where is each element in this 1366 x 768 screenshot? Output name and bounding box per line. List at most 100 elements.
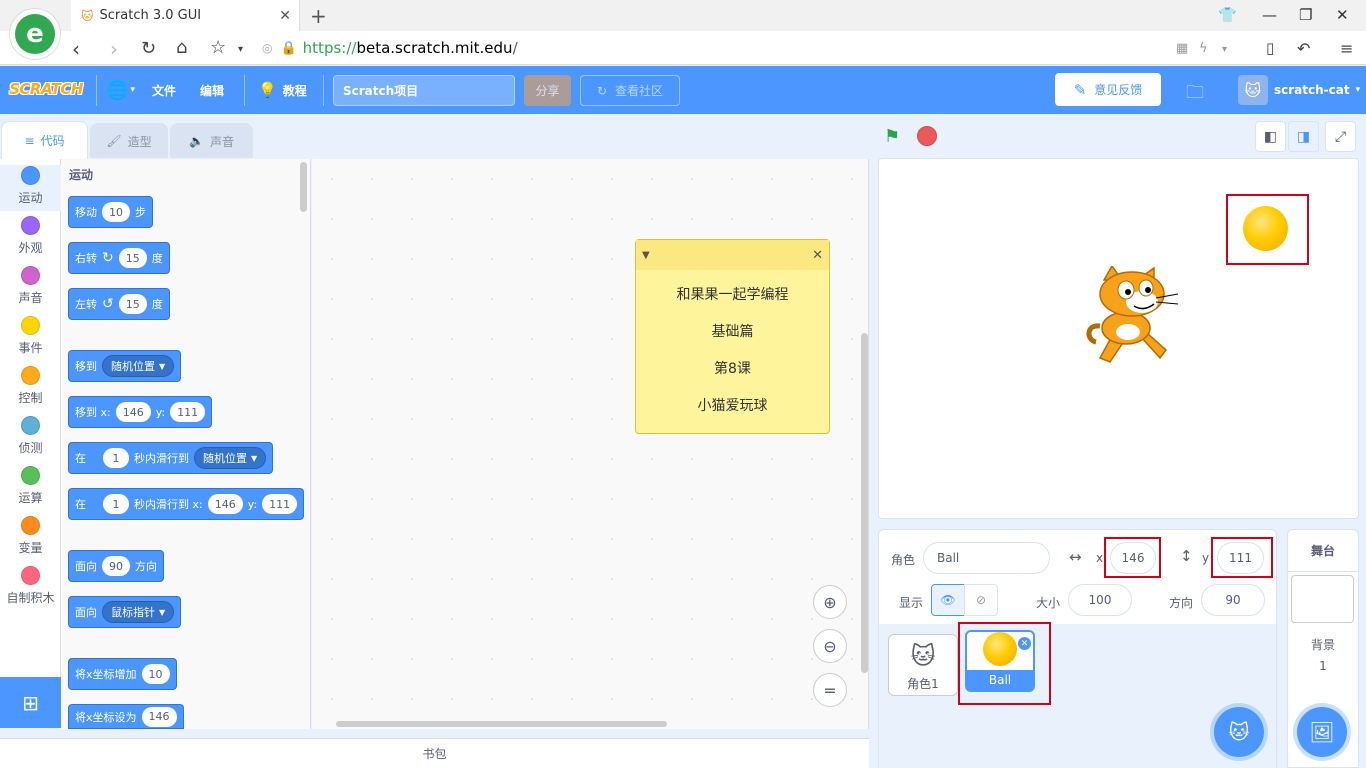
block-turn-right[interactable]: 右转 ↻ 15 度: [68, 242, 170, 274]
category-operators[interactable]: 运算: [0, 466, 61, 506]
note-line: 和果果一起学编程: [676, 287, 789, 303]
add-extension-button[interactable]: ⊞: [0, 677, 61, 728]
sprite-tile-cat[interactable]: 🐱 角色1: [888, 634, 958, 696]
seconds-input[interactable]: 1: [103, 494, 129, 514]
degrees-input[interactable]: 15: [118, 248, 147, 268]
backpack[interactable]: 书包: [0, 738, 869, 768]
backdrop-thumbnail[interactable]: [1291, 575, 1354, 623]
tab-code[interactable]: ≡ 代码: [1, 121, 88, 159]
file-menu[interactable]: 文件: [152, 66, 176, 114]
block-move-steps[interactable]: 移动 10 步: [68, 196, 153, 228]
direction-input[interactable]: 90: [102, 556, 130, 576]
block-change-x[interactable]: 将x坐标增加 10: [68, 658, 177, 690]
y-input[interactable]: 111: [262, 494, 298, 514]
close-window-icon[interactable]: ✕: [1336, 6, 1349, 24]
show-sprite-button[interactable]: 👁: [931, 584, 965, 616]
point-towards-dropdown[interactable]: 鼠标指针 ▼: [102, 601, 175, 623]
account-menu[interactable]: 🐱 scratch-cat ▾: [1238, 74, 1360, 106]
category-control[interactable]: 控制: [0, 366, 61, 406]
workspace-comment-note[interactable]: ▼ ✕ 和果果一起学编程 基础篇 第8课 小猫爱玩球: [635, 239, 830, 434]
glide-target-dropdown[interactable]: 随机位置 ▼: [194, 447, 267, 469]
cat-sprite[interactable]: [1082, 266, 1182, 370]
close-tab-icon[interactable]: ✕: [279, 8, 291, 24]
zoom-reset-button[interactable]: =: [813, 673, 847, 707]
url-dropdown-icon[interactable]: ▾: [1222, 44, 1227, 55]
choose-sprite-button[interactable]: 🐱: [1214, 707, 1264, 757]
workspace-vertical-scrollbar[interactable]: [861, 333, 868, 673]
hide-sprite-button[interactable]: ⊘: [964, 584, 998, 616]
block-set-x[interactable]: 将x坐标设为 146: [68, 704, 184, 729]
sprite-name-input[interactable]: Ball: [923, 542, 1050, 574]
project-title-input[interactable]: Scratch项目: [333, 75, 515, 106]
choose-backdrop-button[interactable]: 🖼: [1297, 707, 1347, 757]
edit-menu[interactable]: 编辑: [200, 66, 224, 114]
language-globe-icon[interactable]: 🌐 ▾: [106, 66, 135, 114]
large-stage-button[interactable]: ◨: [1288, 121, 1319, 152]
url-field[interactable]: ◎ 🔒 https:// beta.scratch.mit.edu /: [262, 36, 1162, 60]
green-flag-icon[interactable]: ⚑: [884, 126, 900, 147]
share-button[interactable]: 分享: [524, 75, 571, 106]
category-events[interactable]: 事件: [0, 316, 61, 356]
change-x-input[interactable]: 10: [141, 664, 170, 684]
block-goto[interactable]: 移到 随机位置 ▼: [68, 350, 182, 382]
block-point-direction[interactable]: 面向 90 方向: [68, 550, 164, 582]
tutorials-menu[interactable]: 💡 教程: [258, 66, 307, 114]
seconds-input[interactable]: 1: [103, 448, 129, 468]
workspace-horizontal-scrollbar[interactable]: [336, 721, 667, 727]
delete-note-icon[interactable]: ✕: [812, 248, 823, 263]
bookmark-star-icon[interactable]: ☆: [210, 37, 226, 58]
goto-target-dropdown[interactable]: 随机位置 ▼: [102, 355, 175, 377]
steps-input[interactable]: 10: [102, 202, 130, 222]
minimize-icon[interactable]: —: [1262, 6, 1277, 24]
scratch-logo[interactable]: SCRATCH: [9, 76, 83, 102]
category-my-blocks[interactable]: 自制积木: [0, 566, 61, 606]
palette-scrollbar[interactable]: [300, 162, 307, 212]
x-input[interactable]: 146: [207, 494, 243, 514]
skin-icon[interactable]: 👕: [1218, 6, 1237, 24]
category-variables[interactable]: 变量: [0, 516, 61, 556]
back-icon[interactable]: ‹: [72, 37, 80, 61]
see-community-button[interactable]: ↻ 查看社区: [580, 75, 680, 106]
tab-costumes[interactable]: 🖌 造型: [90, 123, 168, 158]
lightning-icon[interactable]: ϟ: [1199, 41, 1208, 56]
small-stage-button[interactable]: ◧: [1255, 121, 1286, 152]
feedback-button[interactable]: ✎ 意见反馈: [1055, 73, 1161, 106]
category-looks[interactable]: 外观: [0, 216, 61, 256]
restore-icon[interactable]: ❐: [1299, 6, 1312, 24]
y-input[interactable]: 111: [170, 402, 206, 422]
direction-input[interactable]: 90: [1201, 584, 1265, 616]
category-motion[interactable]: 运动: [0, 165, 61, 211]
block-glide-xy[interactable]: 在 1 秒内滑行到 x: 146 y: 111: [68, 488, 305, 520]
forward-icon[interactable]: ›: [110, 37, 118, 61]
lock-icon: 🔒: [280, 40, 297, 56]
bookmark-dropdown-icon[interactable]: ▾: [238, 44, 243, 55]
undo-close-icon[interactable]: ↶: [1297, 39, 1310, 58]
qr-icon[interactable]: ▦: [1176, 41, 1188, 56]
reload-icon[interactable]: ↻: [141, 38, 156, 59]
new-tab-icon[interactable]: +: [310, 4, 327, 28]
site-info-icon[interactable]: ◎: [262, 41, 272, 55]
set-x-input[interactable]: 146: [141, 706, 177, 727]
degrees-input[interactable]: 15: [118, 294, 147, 314]
x-input[interactable]: 146: [115, 402, 151, 422]
browser-tab[interactable]: 🐱 Scratch 3.0 GUI ✕: [71, 0, 300, 31]
collapse-note-icon[interactable]: ▼: [642, 250, 650, 261]
block-glide-to[interactable]: 在 1 秒内滑行到 随机位置 ▼: [68, 442, 274, 474]
stop-icon[interactable]: [917, 126, 937, 146]
block-turn-left[interactable]: 左转 ↺ 15 度: [68, 288, 170, 320]
zoom-in-button[interactable]: ⊕: [813, 585, 847, 619]
browser-menu-icon[interactable]: ≡: [1340, 39, 1353, 58]
home-icon[interactable]: ⌂: [176, 37, 187, 58]
reading-mode-icon[interactable]: ▯: [1266, 39, 1274, 57]
my-blocks-dot-icon: [21, 566, 40, 585]
category-sound[interactable]: 声音: [0, 266, 61, 306]
block-point-towards[interactable]: 面向 鼠标指针 ▼: [68, 596, 182, 628]
tab-sounds[interactable]: 🔈 声音: [170, 123, 253, 158]
fullscreen-button[interactable]: ⤢: [1325, 121, 1356, 152]
zoom-out-button[interactable]: ⊖: [813, 629, 847, 663]
block-goto-xy[interactable]: 移到 x: 146 y: 111: [68, 396, 213, 428]
category-sensing[interactable]: 侦测: [0, 416, 61, 456]
size-input[interactable]: 100: [1068, 584, 1132, 616]
my-stuff-folder-icon[interactable]: 🗀: [1186, 80, 1204, 110]
lightbulb-icon: 💡: [258, 81, 277, 99]
